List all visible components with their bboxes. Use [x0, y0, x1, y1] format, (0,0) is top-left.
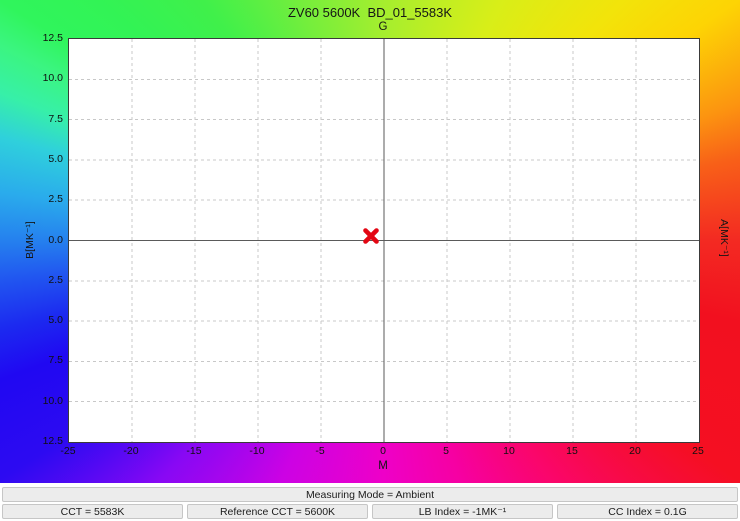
cc-index-value-cell: CC Index = 0.1G: [557, 504, 738, 519]
bottom-axis-label-m: M: [378, 460, 388, 472]
x-axis-tick-label: 0: [380, 445, 386, 457]
y-axis-tick-label: 2.5: [0, 274, 63, 286]
right-axis-label-a: A[MK⁻¹]: [718, 219, 730, 257]
y-axis-tick-label: 10.0: [0, 72, 63, 84]
measurement-marker: [362, 227, 380, 245]
y-axis-tick-label: 7.5: [0, 354, 63, 366]
y-axis-tick-label: 5.0: [0, 153, 63, 165]
y-axis-tick-label: 12.5: [0, 435, 63, 447]
x-axis-tick-label: 20: [629, 445, 641, 457]
y-axis-tick-label: 5.0: [0, 314, 63, 326]
lb-index-value-cell: LB Index = -1MK⁻¹: [372, 504, 553, 519]
color-meter-screen: ZV60 5600K BD_01_5583K G M B[MK⁻¹] A[MK⁻…: [0, 0, 740, 521]
y-axis-tick-label: 10.0: [0, 395, 63, 407]
x-axis-tick-label: -20: [123, 445, 138, 457]
x-axis-tick-label: 5: [443, 445, 449, 457]
x-axis-tick-label: -5: [315, 445, 324, 457]
top-axis-label-g: G: [379, 21, 388, 33]
reference-cct-value-cell: Reference CCT = 5600K: [187, 504, 368, 519]
x-axis-tick-label: -25: [60, 445, 75, 457]
chart-title: ZV60 5600K BD_01_5583K: [0, 5, 740, 20]
x-axis-tick-label: -10: [249, 445, 264, 457]
y-axis-tick-label: 0.0: [0, 234, 63, 246]
x-axis-tick-label: 10: [503, 445, 515, 457]
x-axis-tick-label: 25: [692, 445, 704, 457]
plot-area: [68, 38, 700, 443]
y-axis-tick-label: 2.5: [0, 193, 63, 205]
x-axis-tick-label: 15: [566, 445, 578, 457]
grid-lines: [69, 39, 699, 442]
x-axis-tick-label: -15: [186, 445, 201, 457]
measuring-mode-bar: Measuring Mode = Ambient: [2, 487, 738, 502]
y-axis-tick-label: 12.5: [0, 32, 63, 44]
measurement-summary-row: CCT = 5583K Reference CCT = 5600K LB Ind…: [2, 504, 738, 519]
status-footer: Measuring Mode = Ambient CCT = 5583K Ref…: [0, 483, 740, 521]
cct-value-cell: CCT = 5583K: [2, 504, 183, 519]
y-axis-tick-label: 7.5: [0, 113, 63, 125]
